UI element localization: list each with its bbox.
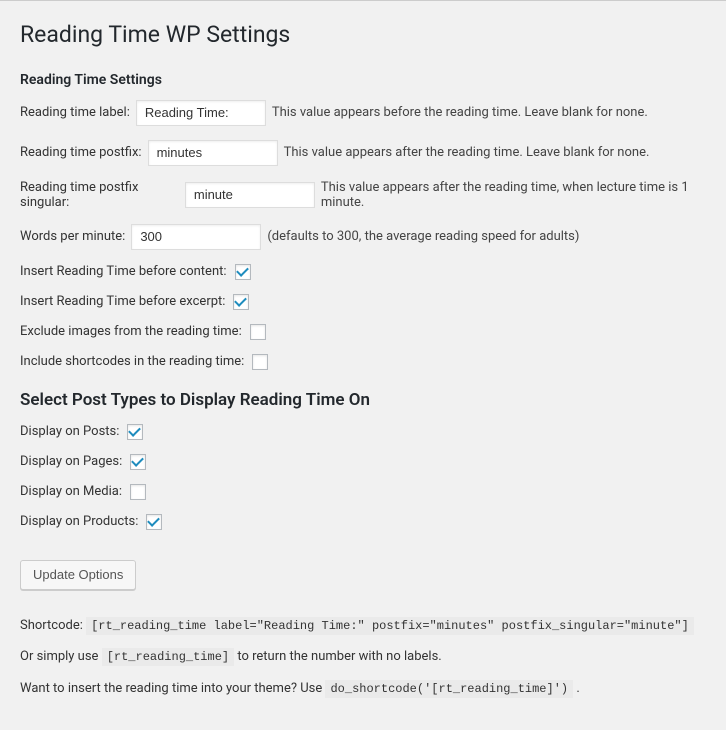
row-display-products: Display on Products:: [20, 514, 706, 530]
simple-pre: Or simply use: [20, 649, 102, 664]
theme-post: .: [576, 681, 579, 696]
row-display-media: Display on Media:: [20, 484, 706, 500]
shortcode-code: [rt_reading_time label="Reading Time:" p…: [86, 617, 694, 635]
row-display-pages: Display on Pages:: [20, 454, 706, 470]
label-display-products: Display on Products:: [20, 514, 138, 529]
checkbox-insert-before-content[interactable]: [235, 264, 251, 280]
checkbox-exclude-images[interactable]: [250, 324, 266, 340]
row-words-per-minute: Words per minute: (defaults to 300, the …: [20, 224, 706, 250]
row-insert-before-content: Insert Reading Time before content:: [20, 264, 706, 280]
desc-reading-time-postfix-singular: This value appears after the reading tim…: [321, 180, 706, 210]
label-words-per-minute: Words per minute:: [20, 229, 125, 244]
label-insert-before-excerpt: Insert Reading Time before excerpt:: [20, 294, 225, 309]
checkbox-display-posts[interactable]: [127, 424, 143, 440]
section-heading: Reading Time Settings: [20, 72, 706, 88]
desc-reading-time-postfix: This value appears after the reading tim…: [284, 145, 650, 160]
row-insert-before-excerpt: Insert Reading Time before excerpt:: [20, 294, 706, 310]
row-display-posts: Display on Posts:: [20, 424, 706, 440]
shortcode-info: Shortcode: [rt_reading_time label="Readi…: [20, 616, 706, 636]
page-title: Reading Time WP Settings: [20, 11, 706, 54]
row-include-shortcodes: Include shortcodes in the reading time:: [20, 354, 706, 370]
input-reading-time-label[interactable]: [136, 100, 266, 126]
label-display-media: Display on Media:: [20, 484, 122, 499]
input-reading-time-postfix-singular[interactable]: [185, 182, 315, 208]
checkbox-include-shortcodes[interactable]: [252, 354, 268, 370]
shortcode-label: Shortcode:: [20, 618, 86, 633]
update-options-button[interactable]: Update Options: [20, 560, 136, 590]
settings-page: Reading Time WP Settings Reading Time Se…: [0, 1, 726, 730]
label-exclude-images: Exclude images from the reading time:: [20, 324, 242, 339]
checkbox-insert-before-excerpt[interactable]: [233, 294, 249, 310]
checkbox-display-pages[interactable]: [130, 454, 146, 470]
row-reading-time-label: Reading time label: This value appears b…: [20, 100, 706, 126]
row-exclude-images: Exclude images from the reading time:: [20, 324, 706, 340]
simple-post: to return the number with no labels.: [237, 649, 441, 664]
label-display-posts: Display on Posts:: [20, 424, 119, 439]
label-display-pages: Display on Pages:: [20, 454, 122, 469]
theme-info: Want to insert the reading time into you…: [20, 679, 706, 699]
label-insert-before-content: Insert Reading Time before content:: [20, 264, 227, 279]
label-include-shortcodes: Include shortcodes in the reading time:: [20, 354, 244, 369]
desc-reading-time-label: This value appears before the reading ti…: [272, 105, 648, 120]
checkbox-display-media[interactable]: [130, 484, 146, 500]
input-words-per-minute[interactable]: [131, 224, 261, 250]
theme-pre: Want to insert the reading time into you…: [20, 681, 325, 696]
input-reading-time-postfix[interactable]: [148, 140, 278, 166]
theme-code: do_shortcode('[rt_reading_time]'): [325, 680, 573, 698]
desc-words-per-minute: (defaults to 300, the average reading sp…: [267, 229, 579, 244]
row-reading-time-postfix: Reading time postfix: This value appears…: [20, 140, 706, 166]
row-reading-time-postfix-singular: Reading time postfix singular: This valu…: [20, 180, 706, 210]
checkbox-display-products[interactable]: [146, 514, 162, 530]
label-reading-time-postfix-singular: Reading time postfix singular:: [20, 180, 179, 210]
post-types-heading: Select Post Types to Display Reading Tim…: [20, 390, 706, 410]
label-reading-time-label: Reading time label:: [20, 105, 130, 120]
label-reading-time-postfix: Reading time postfix:: [20, 145, 142, 160]
